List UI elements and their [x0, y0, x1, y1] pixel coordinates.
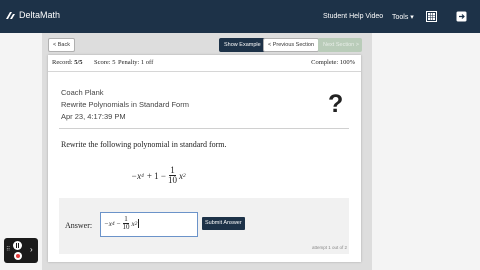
answer-exponent-3: 2: [134, 220, 138, 227]
answer-fraction: 1 10: [123, 216, 130, 231]
record-icon[interactable]: [14, 252, 22, 260]
recording-widget: ⠿ ›: [4, 238, 38, 263]
problem-expression: −x 4 + 1 − 1 10 x2: [131, 166, 186, 185]
exponent-3: 2: [182, 172, 186, 179]
answer-label: Answer:: [65, 221, 93, 230]
tools-label: Tools: [392, 14, 409, 21]
text-caret: [138, 219, 140, 228]
complete-status: Complete: 100%: [311, 59, 355, 66]
chevron-down-icon: ▾: [410, 14, 414, 21]
back-button[interactable]: < Back: [48, 38, 75, 52]
record-status: Record: 5/5: [52, 59, 83, 66]
show-example-button[interactable]: Show Example: [219, 38, 266, 52]
exit-icon[interactable]: [456, 11, 467, 22]
right-gutter: [372, 33, 480, 270]
attempt-counter: attempt 1 out of 2: [311, 245, 347, 250]
student-help-video-link[interactable]: Student Help Video: [323, 13, 383, 20]
answer-term-2: −: [116, 219, 121, 228]
score-status: Score: 5: [94, 59, 116, 66]
answer-fraction-denominator: 10: [122, 223, 130, 231]
exponent-1: 4: [141, 172, 144, 179]
assignment-date: Apr 23, 4:17:39 PM: [61, 112, 126, 121]
submit-answer-button[interactable]: Submit Answer: [202, 217, 245, 230]
record-value: 5/5: [74, 59, 83, 66]
answer-exponent-1: 4: [111, 220, 115, 227]
problem-prompt: Rewrite the following polynomial in stan…: [61, 140, 227, 149]
top-navbar: DeltaMath Student Help Video Tools ▾: [0, 0, 480, 33]
penalty-status: Penalty: 1 off: [118, 59, 154, 66]
answer-input[interactable]: −x 4 − 1 10 x2: [100, 212, 198, 237]
fraction: 1 10: [168, 166, 177, 185]
tools-menu[interactable]: Tools ▾: [392, 13, 414, 21]
divider: [59, 128, 349, 129]
grip-icon[interactable]: ⠿: [6, 246, 10, 253]
teacher-name: Coach Plank: [61, 88, 104, 97]
next-section-button[interactable]: Next Section >: [318, 38, 362, 52]
problem-card: Record: 5/5 Score: 5 Penalty: 1 off Comp…: [48, 55, 361, 262]
answer-term-1: −x: [104, 219, 112, 228]
answer-expression: −x 4 − 1 10 x2: [104, 216, 140, 231]
term-1: −x: [131, 170, 142, 181]
record-label: Record:: [52, 59, 73, 66]
answer-area: Answer: −x 4 − 1 10 x2 Submit Answer atte…: [59, 198, 349, 254]
term-2: + 1 −: [146, 170, 166, 181]
previous-section-button[interactable]: < Previous Section: [263, 38, 320, 52]
brand-name: DeltaMath: [19, 10, 61, 20]
left-gutter: [0, 33, 42, 270]
brand[interactable]: DeltaMath: [6, 10, 60, 20]
status-bar: Record: 5/5 Score: 5 Penalty: 1 off Comp…: [48, 55, 361, 72]
chevron-right-icon[interactable]: ›: [30, 245, 33, 254]
calculator-icon[interactable]: [426, 11, 437, 22]
help-icon[interactable]: ?: [328, 92, 343, 117]
pause-icon[interactable]: [13, 241, 22, 250]
assignment-title: Rewrite Polynomials in Standard Form: [61, 100, 189, 109]
fraction-denominator: 10: [167, 175, 177, 185]
deltamath-logo-icon: [6, 11, 15, 19]
